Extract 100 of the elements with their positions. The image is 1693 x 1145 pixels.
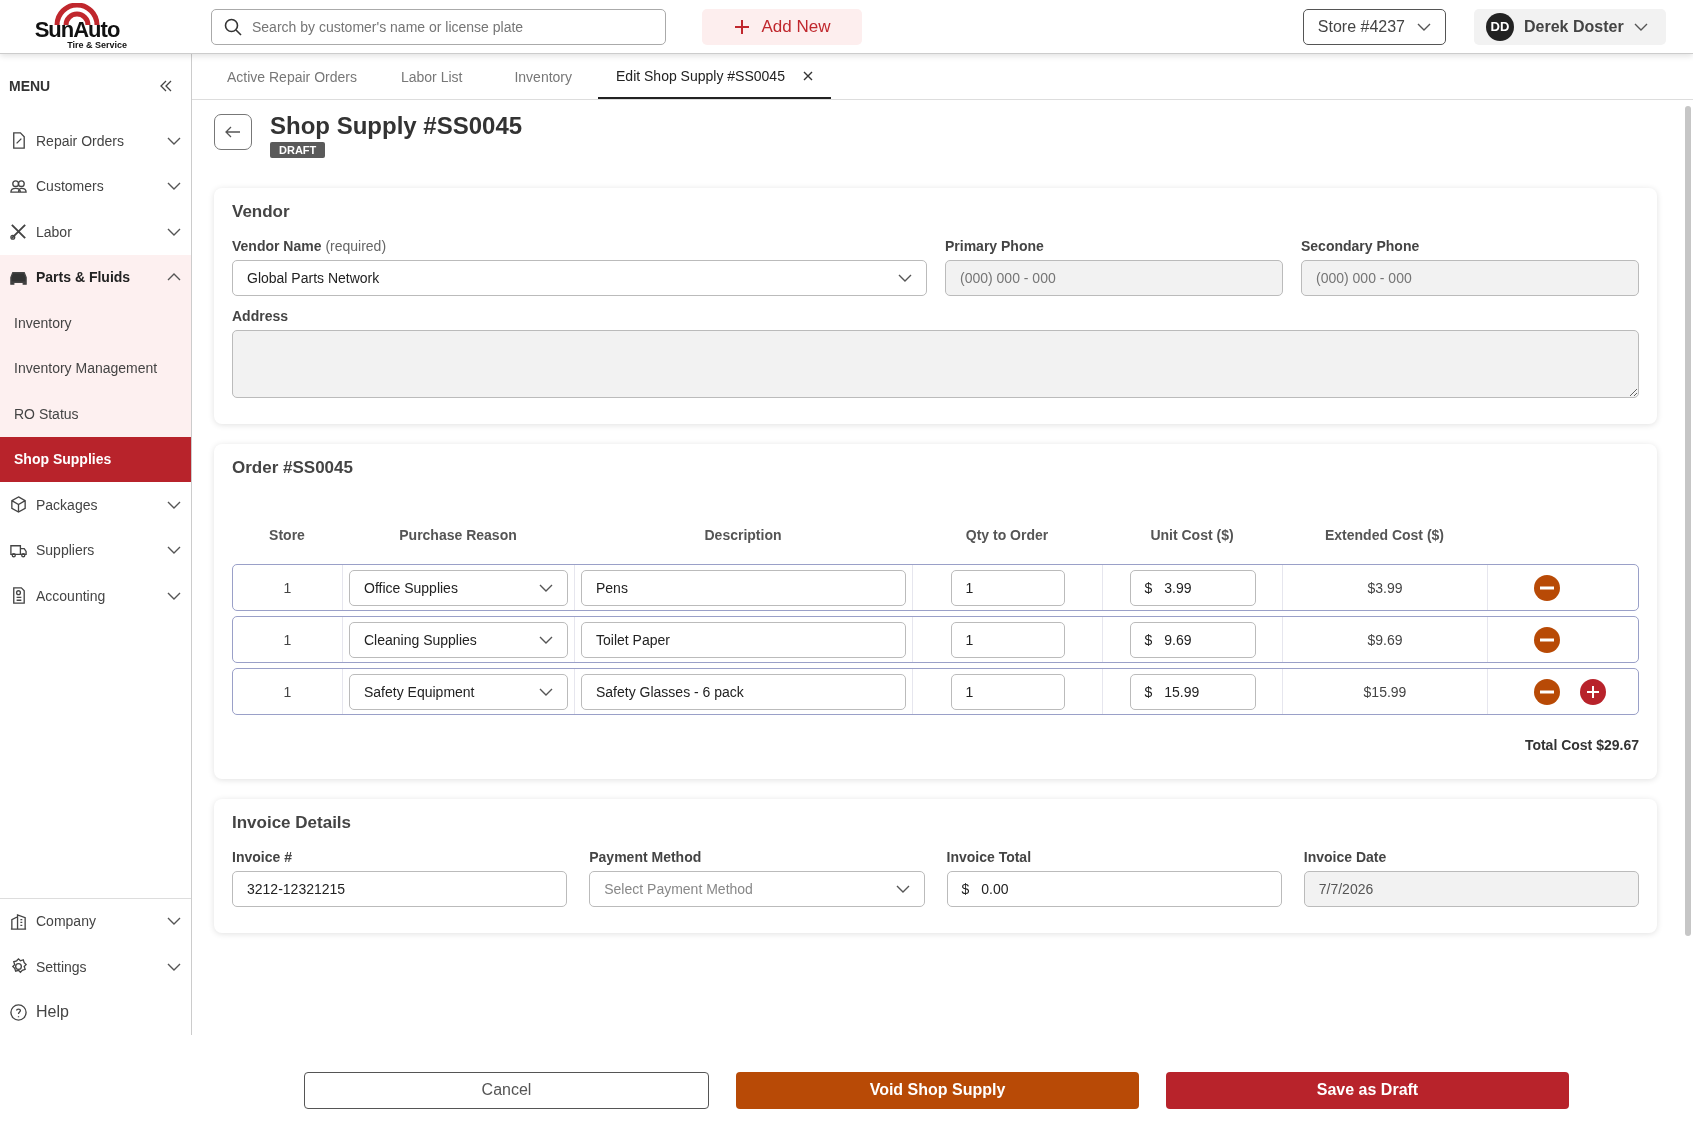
scrollbar[interactable]: [1685, 106, 1691, 936]
help-link[interactable]: Help: [0, 989, 191, 1035]
sidebar-item[interactable]: Suppliers: [0, 527, 191, 573]
avatar: DD: [1486, 12, 1514, 41]
store-cell: 1: [233, 617, 343, 662]
tab[interactable]: Labor List: [374, 54, 489, 99]
invoice-total-field[interactable]: $ 0.00: [946, 871, 1282, 907]
add-new-button[interactable]: Add New: [702, 8, 862, 45]
extended-cost-cell: $3.99: [1283, 565, 1488, 610]
field-label: Invoice Total: [946, 849, 1033, 865]
reason-select[interactable]: Safety Equipment: [349, 673, 568, 710]
sidebar-subitem[interactable]: Inventory: [0, 300, 191, 346]
chevron-down-icon: [895, 885, 910, 893]
field-label: Invoice Date: [1303, 849, 1388, 865]
sidebar-subitem[interactable]: RO Status: [0, 391, 191, 437]
help-icon: [9, 1002, 28, 1022]
chevron-down-icon: [167, 182, 181, 191]
section-title: Invoice Details: [232, 813, 353, 833]
quantity-field[interactable]: 1: [950, 569, 1065, 606]
remove-button[interactable]: [1534, 574, 1560, 601]
logo-name: SunAuto: [34, 19, 120, 41]
unit-cost-field[interactable]: $ 3.99: [1129, 569, 1256, 606]
field-label: Secondary Phone: [1301, 238, 1421, 254]
reason-select[interactable]: Office Supplies: [349, 569, 568, 606]
extended-cost-cell: $15.99: [1283, 669, 1488, 714]
chevron-down-icon: [539, 635, 553, 644]
box-icon: [9, 495, 28, 515]
sidebar-subitem[interactable]: Shop Supplies: [0, 436, 191, 482]
chevron-down-icon: [167, 917, 181, 926]
unit-cost-field[interactable]: $ 15.99: [1129, 673, 1256, 710]
chevron-down-icon: [898, 274, 912, 282]
sidebar-item[interactable]: Accounting: [0, 573, 191, 619]
save-draft-button[interactable]: Save as Draft: [1166, 1071, 1569, 1109]
menu-title: MENU: [9, 78, 51, 94]
close-icon[interactable]: [802, 70, 813, 81]
search-icon: [224, 17, 242, 36]
sidebar-item[interactable]: Parts & Fluids: [0, 254, 191, 300]
building-icon: [9, 911, 28, 931]
field-label: Vendor Name (required): [232, 238, 388, 254]
plus-icon: [733, 18, 750, 35]
search-field[interactable]: Search by customer's name or license plate: [211, 8, 666, 45]
cancel-button[interactable]: Cancel: [304, 1071, 709, 1109]
page-title: Shop Supply #SS0045: [270, 112, 523, 140]
sidebar-item[interactable]: Repair Orders: [0, 118, 191, 164]
tools-icon: [9, 222, 28, 242]
void-button[interactable]: Void Shop Supply: [736, 1071, 1139, 1109]
tab[interactable]: Inventory: [488, 54, 598, 99]
sidebar-item[interactable]: Packages: [0, 482, 191, 528]
remove-button[interactable]: [1534, 626, 1560, 653]
user-menu[interactable]: DD Derek Doster: [1474, 8, 1666, 45]
section-title: Order #SS0045: [232, 458, 354, 478]
store-cell: 1: [233, 669, 343, 714]
column-header: Qty to Order: [964, 527, 1050, 543]
payment-method-select[interactable]: Select Payment Method: [589, 871, 925, 907]
field-label: Primary Phone: [945, 238, 1045, 254]
column-header: Description: [703, 527, 783, 543]
quantity-field[interactable]: 1: [950, 673, 1065, 710]
description-field[interactable]: Safety Glasses - 6 pack: [581, 673, 906, 710]
section-title: Vendor: [232, 202, 291, 222]
column-header: Extended Cost ($): [1324, 527, 1445, 543]
collapse-icon[interactable]: [159, 79, 173, 93]
column-header: Unit Cost ($): [1149, 527, 1235, 543]
sidebar-item[interactable]: Labor: [0, 209, 191, 255]
add-row-button[interactable]: [1580, 678, 1606, 705]
sidebar-item[interactable]: Customers: [0, 163, 191, 209]
invoice-number-field[interactable]: 3212-12321215: [232, 871, 568, 907]
tab[interactable]: Edit Shop Supply #SS0045: [598, 54, 831, 99]
unit-cost-field[interactable]: $ 9.69: [1129, 621, 1256, 658]
chevron-down-icon: [167, 962, 181, 971]
total-cost: Total Cost $29.67: [1523, 737, 1639, 753]
tab[interactable]: Active Repair Orders: [209, 54, 375, 99]
field-label: Address: [232, 308, 290, 324]
reason-select[interactable]: Cleaning Supplies: [349, 621, 568, 658]
remove-button[interactable]: [1534, 678, 1560, 705]
status-badge: DRAFT: [270, 142, 326, 158]
chevron-down-icon: [167, 546, 181, 555]
back-arrow-icon: [225, 126, 241, 138]
chevron-down-icon: [167, 136, 181, 145]
back-button[interactable]: [214, 114, 252, 150]
chevron-up-icon: [167, 273, 181, 282]
field-label: Invoice #: [232, 849, 293, 865]
column-header: Purchase Reason: [398, 527, 518, 543]
chevron-down-icon: [1417, 22, 1431, 31]
column-header: Store: [268, 527, 306, 543]
chevron-down-icon: [539, 583, 553, 592]
sidebar-subitem[interactable]: Inventory Management: [0, 345, 191, 391]
quantity-field[interactable]: 1: [950, 621, 1065, 658]
store-selector[interactable]: Store #4237: [1302, 8, 1446, 45]
sidebar-item[interactable]: Company: [0, 898, 191, 944]
description-field[interactable]: Toilet Paper: [581, 621, 906, 658]
field-label: Payment Method: [589, 849, 703, 865]
chevron-down-icon: [167, 227, 181, 236]
chevron-down-icon: [539, 687, 553, 696]
chevron-down-icon: [167, 500, 181, 509]
vendor-select[interactable]: Global Parts Network: [232, 260, 927, 296]
chevron-down-icon: [1633, 22, 1648, 31]
store-cell: 1: [233, 565, 343, 610]
logo-tagline: Tire & Service: [67, 41, 127, 50]
description-field[interactable]: Pens: [581, 569, 906, 606]
sidebar-item[interactable]: Settings: [0, 944, 191, 990]
